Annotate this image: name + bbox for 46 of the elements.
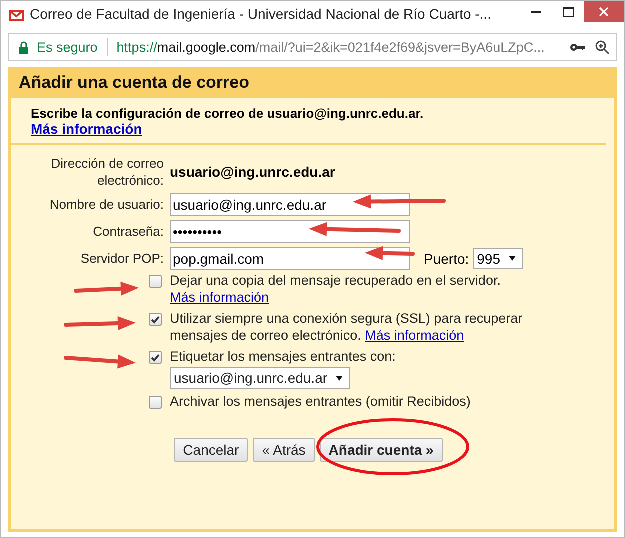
dialog-button[interactable]: Cancelar xyxy=(174,438,248,462)
lock-icon xyxy=(19,40,29,54)
annotation-arrow xyxy=(74,282,139,296)
checkbox[interactable] xyxy=(149,313,162,326)
url-text[interactable]: https://mail.google.com/mail/?ui=2&ik=021f4e2f69&jsver=ByA6uLZpC... xyxy=(116,40,560,54)
annotation-arrow xyxy=(365,246,415,260)
more-info-link[interactable]: Más información xyxy=(31,121,142,137)
mail-envelope-icon xyxy=(9,10,24,21)
port-label: Puerto: xyxy=(424,250,470,266)
more-info-link[interactable]: Más información xyxy=(170,290,270,305)
dropdown-caret-icon xyxy=(336,376,343,380)
close-button[interactable] xyxy=(584,1,624,22)
checkbox[interactable] xyxy=(149,396,162,409)
annotation-arrow xyxy=(64,354,136,369)
checkbox[interactable] xyxy=(149,275,162,288)
input-field[interactable]: pop.gmail.com xyxy=(170,247,410,270)
field-label: Dirección de correo electrónico: xyxy=(50,155,164,189)
option-text: Etiquetar los mensajes entrantes con: xyxy=(170,348,397,365)
key-icon[interactable] xyxy=(570,42,586,52)
port-dropdown[interactable]: 995 xyxy=(473,248,522,269)
more-info-link[interactable]: Más información xyxy=(365,328,464,343)
dropdown-caret-icon xyxy=(508,256,516,261)
minimize-icon xyxy=(531,10,541,12)
intro-text: Escribe la configuración de correo de usuario@ing.unrc.edu.ar. xyxy=(31,106,425,121)
window-title: Correo de Facultad de Ingeniería - Universidad Nacional de Río Cuarto -... xyxy=(30,6,492,22)
checkmark-icon xyxy=(151,316,160,324)
annotation-arrow xyxy=(64,316,136,330)
dialog-button[interactable]: « Atrás xyxy=(253,438,315,462)
zoom-icon[interactable] xyxy=(595,40,610,54)
close-icon xyxy=(599,6,609,16)
maximize-icon xyxy=(562,6,574,16)
input-field[interactable]: usuario@ing.unrc.edu.ar xyxy=(170,193,410,216)
field-label: Nombre de usuario: xyxy=(48,196,164,213)
checkbox[interactable] xyxy=(149,351,162,364)
field-label: Servidor POP: xyxy=(80,250,164,267)
option-text: Utilizar siempre una conexión segura (SSL) para recuperar mensajes de correo electrónico. Más información xyxy=(170,310,524,344)
email-address: usuario@ing.unrc.edu.ar xyxy=(170,164,336,180)
password-field[interactable]: •••••••••• xyxy=(170,220,410,243)
security-status: Es seguro xyxy=(37,40,98,54)
option-text: Dejar una copia del mensaje recuperado en el servidor. Más información xyxy=(170,272,502,306)
label-dropdown[interactable]: usuario@ing.unrc.edu.ar xyxy=(170,367,350,389)
dialog-title: Añadir una cuenta de correo xyxy=(11,70,614,98)
option-text: Archivar los mensajes entrantes (omitir Recibidos) xyxy=(170,393,472,410)
checkmark-icon xyxy=(151,354,160,362)
dialog-button[interactable]: Añadir cuenta » xyxy=(320,438,443,462)
field-label: Contraseña: xyxy=(92,223,164,240)
